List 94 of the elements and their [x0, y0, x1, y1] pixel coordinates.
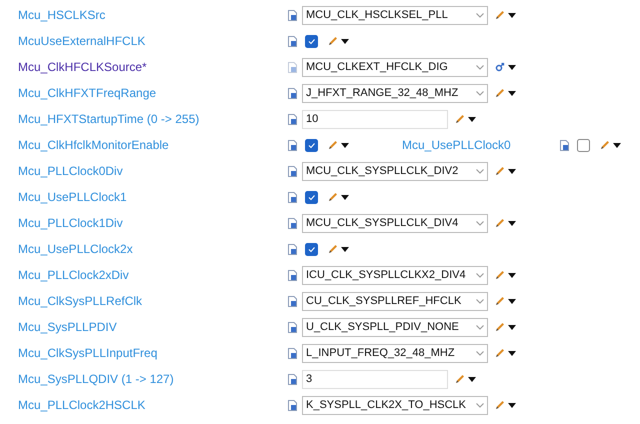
chevron-icon[interactable] — [476, 64, 484, 70]
pencil-icon[interactable] — [455, 114, 465, 124]
document-icon — [288, 88, 297, 98]
pencil-icon[interactable] — [495, 348, 505, 358]
document-icon — [288, 218, 297, 228]
parameter-label: McuUseExternalHFCLK — [18, 34, 146, 48]
dropdown[interactable]: MCU_CLK_SYSPLLCLK_DIV4 — [302, 214, 488, 232]
document-icon — [288, 348, 297, 358]
caret-icon[interactable] — [341, 246, 349, 252]
pencil-icon[interactable] — [328, 244, 338, 254]
caret-icon[interactable] — [612, 142, 621, 148]
input-field[interactable]: 3 — [302, 370, 448, 388]
document-icon — [288, 296, 297, 306]
dropdown[interactable]: MCU_CLK_SYSPLLCLK_DIV2 — [302, 162, 488, 180]
chevron-icon[interactable] — [476, 350, 484, 356]
pencil-icon[interactable] — [328, 192, 338, 202]
pencil-icon[interactable] — [495, 270, 505, 280]
caret-icon[interactable] — [508, 12, 516, 18]
caret-icon[interactable] — [508, 168, 516, 174]
parameter-label: Mcu_ClkSysPLLInputFreq — [18, 346, 158, 360]
chevron-icon[interactable] — [476, 402, 484, 408]
checkbox[interactable] — [305, 34, 318, 48]
pencil-icon[interactable] — [328, 140, 338, 150]
document-icon — [288, 374, 297, 384]
caret-icon[interactable] — [508, 324, 516, 330]
pencil-icon[interactable] — [495, 166, 505, 176]
dropdown[interactable]: MCU_CLKEXT_HFCLK_DIG — [302, 58, 488, 76]
document-icon — [288, 322, 297, 332]
dropdown[interactable]: MCU_CLK_HSCLKSEL_PLL — [302, 6, 488, 24]
caret-icon[interactable] — [468, 376, 476, 382]
parameter-label: Mcu_PLLClock0Div — [18, 164, 123, 178]
caret-icon[interactable] — [508, 350, 516, 356]
pencil-icon[interactable] — [600, 140, 610, 150]
caret-icon[interactable] — [508, 220, 516, 226]
pencil-icon[interactable] — [495, 88, 505, 98]
dropdown[interactable]: ICU_CLK_SYSPLLCLKX2_DIV4 — [302, 266, 488, 284]
parameter-label: Mcu_HFXTStartupTime (0 -> 255) — [18, 112, 200, 126]
parameter-label: Mcu_UsePLLClock1 — [18, 190, 127, 204]
parameter-label: Mcu_ClkHFXTFreqRange — [18, 86, 156, 100]
chevron-icon[interactable] — [476, 324, 484, 330]
chevron-icon[interactable] — [476, 90, 484, 96]
parameter-label: Mcu_PLLClock2xDiv — [18, 268, 129, 282]
caret-icon[interactable] — [341, 142, 349, 148]
caret-icon[interactable] — [508, 402, 516, 408]
parameter-label: Mcu_ClkSysPLLRefClk — [18, 294, 142, 308]
parameter-label: Mcu_UsePLLClock2x — [18, 242, 133, 256]
caret-icon[interactable] — [468, 116, 476, 122]
caret-icon[interactable] — [341, 194, 349, 200]
chevron-icon[interactable] — [476, 220, 484, 226]
dropdown[interactable]: J_HFXT_RANGE_32_48_MHZ — [302, 84, 488, 102]
checkbox[interactable] — [305, 190, 318, 204]
chevron-icon[interactable] — [476, 12, 484, 18]
document-icon — [288, 192, 297, 202]
parameter-label: Mcu_HSCLKSrc — [18, 8, 106, 22]
document-icon — [288, 166, 297, 176]
parameter-label: Mcu_ClkHfclkMonitorEnable — [18, 138, 169, 152]
caret-icon[interactable] — [508, 90, 516, 96]
checkbox[interactable] — [305, 242, 318, 256]
pencil-icon[interactable] — [495, 400, 505, 410]
document-icon — [288, 140, 297, 150]
dropdown[interactable]: L_INPUT_FREQ_32_48_MHZ — [302, 344, 488, 362]
chevron-icon[interactable] — [476, 168, 484, 174]
pencil-icon[interactable] — [328, 36, 338, 46]
parameter-label: Mcu_UsePLLClock0 — [402, 138, 511, 152]
document-icon — [288, 244, 297, 254]
checkbox[interactable] — [305, 138, 318, 152]
document-icon — [288, 114, 297, 124]
checkbox[interactable] — [576, 138, 590, 152]
parameter-label: Mcu_ClkHFCLKSource* — [18, 60, 147, 74]
dropdown[interactable]: K_SYSPLL_CLK2X_TO_HSCLK — [302, 396, 488, 414]
pencil-icon[interactable] — [495, 10, 505, 20]
caret-icon[interactable] — [341, 38, 349, 44]
document-icon — [288, 36, 297, 46]
chevron-icon[interactable] — [476, 272, 484, 278]
pencil-icon[interactable] — [495, 218, 505, 228]
parameter-label: Mcu_SysPLLPDIV — [18, 320, 117, 334]
caret-icon[interactable] — [508, 272, 516, 278]
input-field[interactable]: 10 — [302, 110, 448, 128]
document-icon — [288, 62, 297, 72]
document-icon — [288, 270, 297, 280]
caret-icon[interactable] — [508, 64, 516, 70]
pencil-icon[interactable] — [455, 374, 465, 384]
document-icon — [288, 400, 297, 410]
dropdown[interactable]: U_CLK_SYSPLL_PDIV_NONE — [302, 318, 488, 336]
parameter-label: Mcu_SysPLLQDIV (1 -> 127) — [18, 372, 174, 386]
document-icon — [288, 10, 297, 20]
caret-icon[interactable] — [508, 298, 516, 304]
chevron-icon[interactable] — [476, 298, 484, 304]
parameter-label: Mcu_PLLClock1Div — [18, 216, 123, 230]
document-icon — [560, 140, 569, 150]
pencil-icon[interactable] — [495, 322, 505, 332]
pencil-icon[interactable] — [495, 296, 505, 306]
parameter-label: Mcu_PLLClock2HSCLK — [18, 398, 146, 412]
dropdown[interactable]: CU_CLK_SYSPLLREF_HFCLK — [302, 292, 488, 310]
